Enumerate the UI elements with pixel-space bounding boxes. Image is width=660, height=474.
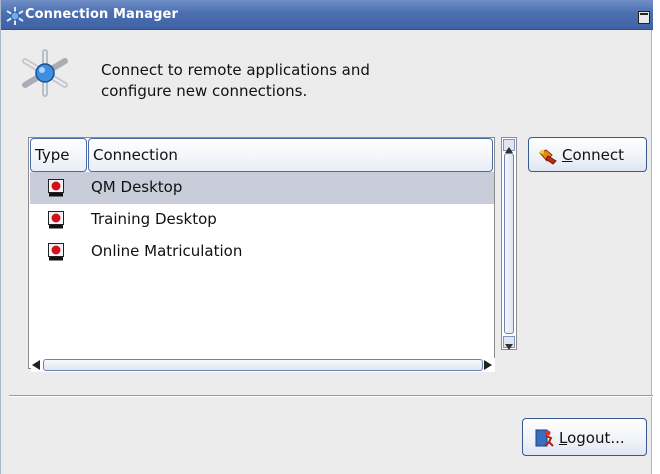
scroll-right-icon[interactable] [483, 359, 493, 371]
horizontal-scroll-thumb[interactable] [43, 359, 483, 371]
window-title: Connection Manager [25, 7, 178, 22]
connect-plug-icon [539, 149, 557, 165]
horizontal-scrollbar[interactable] [31, 358, 495, 372]
connection-type-icon [48, 211, 64, 229]
logout-button-label: Logout... [559, 429, 625, 447]
list-item[interactable]: Training Desktop [30, 204, 494, 236]
logout-button[interactable]: Logout... [522, 418, 647, 456]
connect-button[interactable]: Connect [528, 137, 647, 172]
network-hub-icon [22, 49, 68, 97]
connection-name: Online Matriculation [91, 242, 243, 260]
separator [9, 395, 653, 397]
connect-button-label: Connect [562, 146, 625, 164]
scroll-left-icon[interactable] [31, 359, 41, 371]
connection-list[interactable]: Type Connection QM Desktop Training Desk… [28, 137, 495, 369]
column-header-connection[interactable]: Connection [88, 138, 493, 172]
list-item[interactable]: Online Matriculation [30, 236, 494, 268]
list-item[interactable]: QM Desktop [30, 172, 494, 204]
description-line-2: configure new connections. [101, 82, 308, 100]
connection-manager-window: Connection Manager Connect to remote app… [0, 0, 653, 474]
minimize-icon[interactable] [638, 11, 650, 24]
logout-figure-icon [535, 429, 554, 447]
scroll-down-icon[interactable] [503, 336, 515, 350]
vertical-scroll-thumb[interactable] [504, 153, 514, 334]
scroll-up-icon[interactable] [503, 139, 515, 153]
column-header-type[interactable]: Type [30, 138, 87, 172]
title-bar[interactable]: Connection Manager [1, 0, 653, 30]
description-line-1: Connect to remote applications and [101, 61, 370, 79]
connection-name: QM Desktop [91, 178, 183, 196]
description-text: Connect to remote applications and confi… [101, 60, 370, 102]
connection-name: Training Desktop [91, 210, 217, 228]
vertical-scrollbar[interactable] [501, 137, 517, 350]
connection-type-icon [48, 243, 64, 261]
connection-type-icon [48, 179, 64, 197]
connection-manager-icon [6, 7, 24, 25]
